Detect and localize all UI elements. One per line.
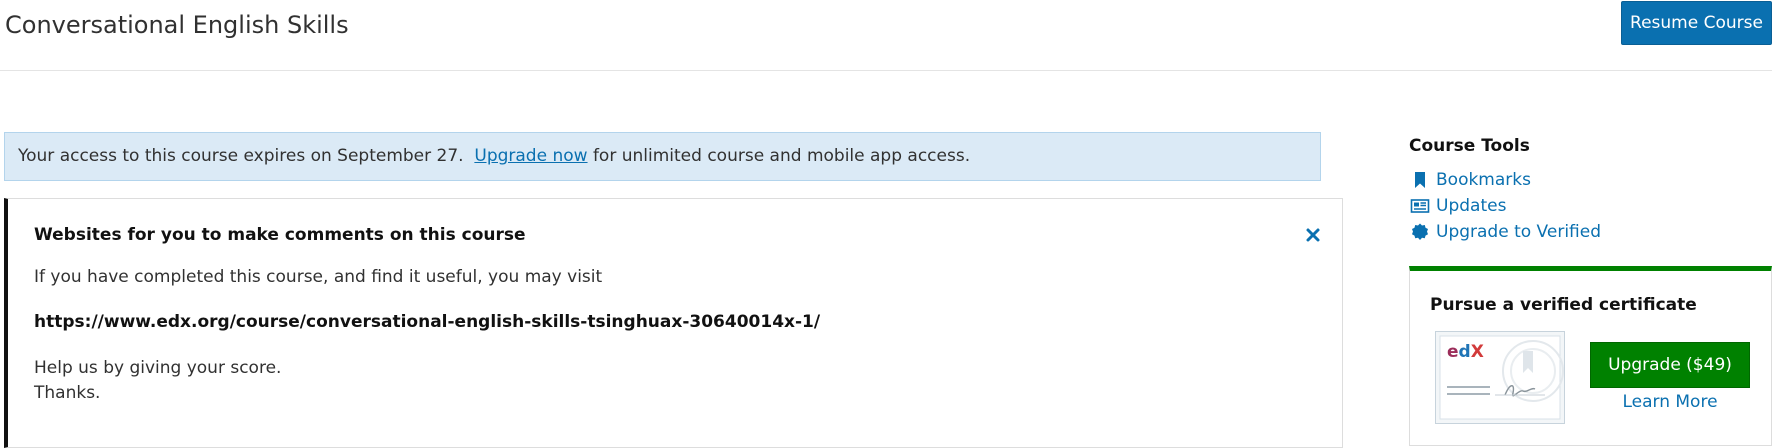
course-tools-heading: Course Tools bbox=[1409, 136, 1530, 156]
certificate-preview-image: edX bbox=[1435, 331, 1565, 424]
banner-text-after: for unlimited course and mobile app acce… bbox=[587, 146, 971, 166]
tool-bookmarks[interactable]: Bookmarks bbox=[1410, 169, 1531, 191]
notice-url: https://www.edx.org/course/conversationa… bbox=[34, 312, 821, 332]
course-title: Conversational English Skills bbox=[5, 11, 349, 39]
upgrade-button[interactable]: Upgrade ($49) bbox=[1590, 342, 1750, 388]
banner-text: Your access to this course expires on Se… bbox=[18, 146, 464, 166]
access-expiry-banner: Your access to this course expires on Se… bbox=[4, 132, 1321, 181]
notice-body-text: If you have completed this course, and f… bbox=[34, 267, 603, 287]
tool-updates[interactable]: Updates bbox=[1410, 195, 1506, 217]
tool-label: Upgrade to Verified bbox=[1436, 222, 1601, 242]
notice-body-text: Help us by giving your score. bbox=[34, 358, 282, 378]
header-divider bbox=[0, 70, 1772, 71]
resume-course-button[interactable]: Resume Course bbox=[1621, 1, 1772, 45]
tool-label: Updates bbox=[1436, 196, 1507, 216]
upgrade-now-link[interactable]: Upgrade now bbox=[474, 146, 587, 166]
course-notice-card: Websites for you to make comments on thi… bbox=[4, 198, 1343, 448]
notice-body-text: Thanks. bbox=[34, 383, 101, 403]
learn-more-link[interactable]: Learn More bbox=[1592, 392, 1748, 412]
bookmark-icon bbox=[1410, 170, 1430, 190]
close-icon[interactable] bbox=[1303, 225, 1323, 245]
notice-title: Websites for you to make comments on thi… bbox=[34, 225, 526, 245]
tool-label: Bookmarks bbox=[1436, 170, 1531, 190]
certificate-heading: Pursue a verified certificate bbox=[1430, 295, 1697, 315]
tool-upgrade-verified[interactable]: Upgrade to Verified bbox=[1410, 221, 1601, 243]
verified-certificate-card: Pursue a verified certificate edX Upgrad… bbox=[1409, 266, 1772, 446]
newspaper-icon bbox=[1410, 196, 1430, 216]
certificate-seal-icon bbox=[1410, 222, 1430, 242]
edx-logo-text: edX bbox=[1447, 342, 1484, 362]
